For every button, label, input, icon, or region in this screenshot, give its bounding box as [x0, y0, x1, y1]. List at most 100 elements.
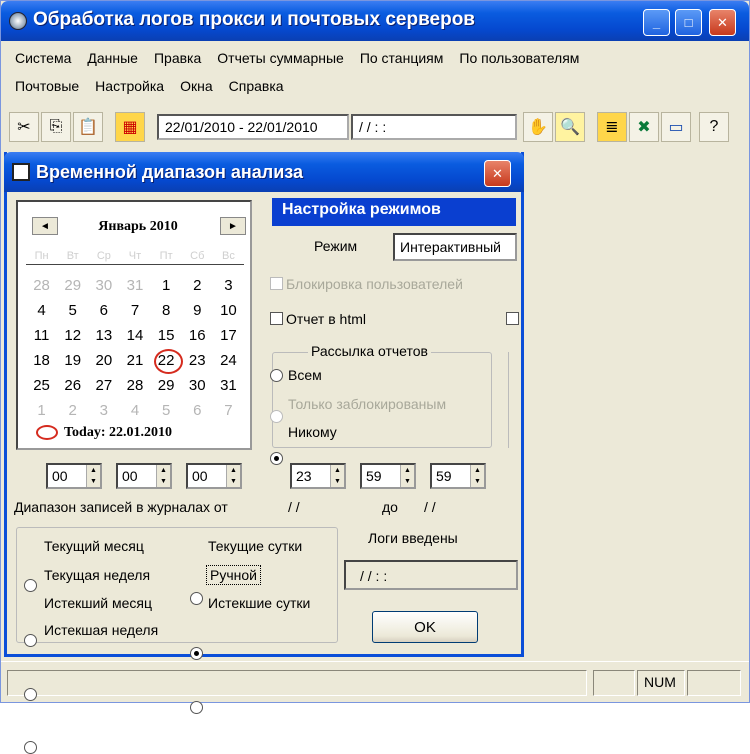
mode-select[interactable]: Интерактивный	[393, 233, 517, 261]
calendar-day[interactable]: 8	[151, 301, 182, 321]
preview-icon[interactable]: 🔍	[555, 112, 585, 142]
grid-icon[interactable]: ▦	[115, 112, 145, 142]
report-html-label: Отчет в html	[286, 311, 366, 327]
weekday: Пт	[159, 250, 173, 262]
calendar-day[interactable]: 9	[182, 301, 213, 321]
calendar-prev-button[interactable]: ◄	[32, 217, 58, 235]
calendar-day[interactable]: 6	[88, 301, 119, 321]
help-icon[interactable]: ?	[699, 112, 729, 142]
title-bar[interactable]: Обработка логов прокси и почтовых сервер…	[1, 1, 749, 41]
maximize-button[interactable]: □	[675, 9, 702, 36]
calendar-day[interactable]: 25	[26, 376, 57, 396]
calendar-day[interactable]: 3	[213, 276, 244, 296]
note-icon[interactable]: ≣	[597, 112, 627, 142]
current-month-radio[interactable]	[24, 579, 37, 592]
calendar-day[interactable]: 19	[57, 351, 88, 371]
calendar-day[interactable]: 31	[213, 376, 244, 396]
menu-help[interactable]: Справка	[221, 76, 292, 98]
calendar-next-button[interactable]: ►	[220, 217, 246, 235]
menu-windows[interactable]: Окна	[172, 76, 221, 98]
calendar-day[interactable]: 17	[213, 326, 244, 346]
calendar-day[interactable]: 2	[182, 276, 213, 296]
calendar-day[interactable]: 29	[151, 376, 182, 396]
calendar-day[interactable]: 1	[26, 401, 57, 421]
calendar-day[interactable]: 3	[88, 401, 119, 421]
calendar-day[interactable]: 27	[88, 376, 119, 396]
past-month-radio[interactable]	[24, 688, 37, 701]
monitor-icon[interactable]: ▭	[661, 112, 691, 142]
from-seconds-spinner[interactable]: 00 ▲ ▼	[186, 463, 242, 489]
dialog-title-bar[interactable]: Временной диапазон анализа ✕	[4, 152, 524, 192]
mailing-blocked-radio[interactable]	[270, 410, 283, 423]
datetime-field[interactable]: / / : :	[351, 114, 517, 140]
menu-system[interactable]: Система	[7, 48, 79, 70]
current-week-label: Текущая неделя	[44, 567, 151, 583]
dialog-title: Временной диапазон анализа	[36, 162, 303, 182]
calendar-day[interactable]: 29	[57, 276, 88, 296]
calendar-day[interactable]: 21	[119, 351, 150, 371]
extra-checkbox[interactable]	[506, 312, 519, 325]
menu-data[interactable]: Данные	[79, 48, 146, 70]
calendar-day[interactable]: 26	[57, 376, 88, 396]
calendar-weekdays: Пн Вт Ср Чт Пт Сб Вс	[26, 250, 244, 265]
from-hours-spinner[interactable]: 00 ▲ ▼	[46, 463, 102, 489]
calendar-day[interactable]: 1	[151, 276, 182, 296]
mailing-none-radio[interactable]	[270, 452, 283, 465]
mailing-all-radio[interactable]	[270, 369, 283, 382]
menu-by-users[interactable]: По пользователям	[451, 48, 587, 70]
calendar-day[interactable]: 6	[182, 401, 213, 421]
ok-button[interactable]: OK	[372, 611, 478, 643]
calendar-day[interactable]: 7	[213, 401, 244, 421]
calendar-day[interactable]: 24	[213, 351, 244, 371]
dialog-close-button[interactable]: ✕	[484, 160, 511, 187]
calendar-day[interactable]: 18	[26, 351, 57, 371]
menu-summary-reports[interactable]: Отчеты суммарные	[209, 48, 352, 70]
calendar-day[interactable]: 14	[119, 326, 150, 346]
calendar-day[interactable]: 30	[182, 376, 213, 396]
from-minutes-spinner[interactable]: 00 ▲ ▼	[116, 463, 172, 489]
calendar-day[interactable]: 4	[119, 401, 150, 421]
calendar-day[interactable]: 12	[57, 326, 88, 346]
calendar-day[interactable]: 5	[151, 401, 182, 421]
calendar-day[interactable]: 2	[57, 401, 88, 421]
calendar-day[interactable]: 23	[182, 351, 213, 371]
scissors-icon[interactable]: ✂	[9, 112, 39, 142]
to-seconds-spinner[interactable]: 59 ▲ ▼	[430, 463, 486, 489]
close-button[interactable]: ✕	[709, 9, 736, 36]
calendar-today-link[interactable]: Today: 22.01.2010	[64, 425, 172, 441]
calendar-day[interactable]: 30	[88, 276, 119, 296]
menu-edit[interactable]: Правка	[146, 48, 209, 70]
date-range-field[interactable]: 22/01/2010 - 22/01/2010	[157, 114, 349, 140]
menu-by-stations[interactable]: По станциям	[352, 48, 452, 70]
paste-icon[interactable]: 📋	[73, 112, 103, 142]
calendar-day[interactable]: 7	[119, 301, 150, 321]
menu-settings[interactable]: Настройка	[87, 76, 172, 98]
calendar-day[interactable]: 4	[26, 301, 57, 321]
minimize-button[interactable]: _	[643, 9, 670, 36]
calendar-day[interactable]: 28	[26, 276, 57, 296]
calendar-day[interactable]: 16	[182, 326, 213, 346]
calendar-day[interactable]: 5	[57, 301, 88, 321]
to-minutes-spinner[interactable]: 59 ▲ ▼	[360, 463, 416, 489]
copy-icon[interactable]: ⎘	[41, 112, 71, 142]
calendar-day[interactable]: 11	[26, 326, 57, 346]
current-day-radio[interactable]	[190, 592, 203, 605]
calendar-day[interactable]: 20	[88, 351, 119, 371]
manual-radio[interactable]	[190, 647, 203, 660]
calendar-day[interactable]: 15	[151, 326, 182, 346]
block-users-checkbox[interactable]	[270, 277, 283, 290]
side-divider	[508, 352, 518, 448]
calendar-day[interactable]: 28	[119, 376, 150, 396]
to-hours-spinner[interactable]: 23 ▲ ▼	[290, 463, 346, 489]
calendar-day[interactable]: 13	[88, 326, 119, 346]
calendar-day[interactable]: 10	[213, 301, 244, 321]
report-html-checkbox[interactable]	[270, 312, 283, 325]
current-week-radio[interactable]	[24, 634, 37, 647]
menu-mail[interactable]: Почтовые	[7, 76, 87, 98]
calendar-day-today[interactable]: 22	[151, 349, 183, 374]
past-week-radio[interactable]	[24, 741, 37, 754]
hand-icon[interactable]: ✋	[523, 112, 553, 142]
calendar-day[interactable]: 31	[119, 276, 150, 296]
settings-header: Настройка режимов	[272, 198, 516, 226]
excel-icon[interactable]: ✖	[629, 112, 659, 142]
